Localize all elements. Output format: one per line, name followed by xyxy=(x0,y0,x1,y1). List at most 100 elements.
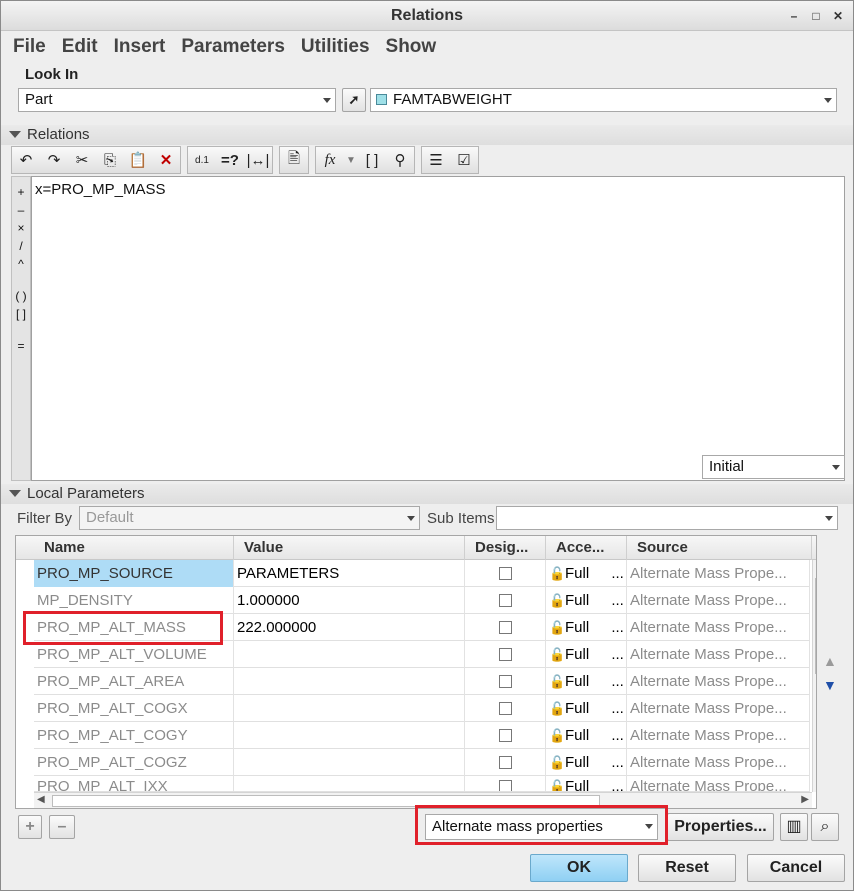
function-dropdown-icon[interactable]: ▼ xyxy=(344,147,358,173)
minus-operator-button[interactable]: – xyxy=(12,201,30,219)
menu-parameters[interactable]: Parameters xyxy=(173,34,293,62)
menu-insert[interactable]: Insert xyxy=(106,34,174,62)
sub-items-select[interactable] xyxy=(496,506,838,530)
binoculars-icon[interactable]: ⌕ xyxy=(811,813,839,841)
table-row[interactable]: PRO_MP_ALT_COGZ 🔓Full ... Alternate Mass… xyxy=(34,749,810,776)
designate-checkbox[interactable] xyxy=(499,780,512,791)
verify-relations-icon[interactable]: ☑ xyxy=(450,147,478,173)
relations-section-toggle[interactable]: Relations xyxy=(9,126,90,143)
look-in-model-select[interactable]: FAMTABWEIGHT xyxy=(370,88,837,112)
param-value[interactable] xyxy=(234,668,465,695)
insert-unit-icon[interactable]: ⚲ xyxy=(386,147,414,173)
show-dimension-icon[interactable]: |↔| xyxy=(244,147,272,173)
param-name[interactable]: PRO_MP_ALT_IXX xyxy=(34,776,234,791)
param-value[interactable]: 222.000000 xyxy=(234,614,465,641)
access-cell[interactable]: 🔓Full ... xyxy=(546,722,627,749)
reset-button[interactable]: Reset xyxy=(638,854,736,882)
delete-icon[interactable]: ✕ xyxy=(152,147,180,173)
param-value[interactable] xyxy=(234,722,465,749)
maximize-icon[interactable]: □ xyxy=(809,9,823,23)
evaluate-icon[interactable]: =? xyxy=(216,147,244,173)
column-header-access[interactable]: Acce... xyxy=(546,536,627,560)
access-cell[interactable]: 🔓Full ... xyxy=(546,641,627,668)
param-name[interactable]: MP_DENSITY xyxy=(34,587,234,614)
menu-file[interactable]: File xyxy=(5,34,54,62)
copy-icon[interactable]: ⎘ xyxy=(96,147,124,173)
verify-list-icon[interactable]: ☰ xyxy=(422,147,450,173)
select-model-button[interactable]: ➚ xyxy=(342,88,366,112)
menu-utilities[interactable]: Utilities xyxy=(293,34,378,62)
param-name[interactable]: PRO_MP_ALT_COGZ xyxy=(34,749,234,776)
access-cell[interactable]: 🔓Full ... xyxy=(546,668,627,695)
table-row[interactable]: PRO_MP_ALT_IXX 🔓Full ... Alternate Mass … xyxy=(34,776,810,792)
param-name[interactable]: PRO_MP_ALT_COGX xyxy=(34,695,234,722)
param-name[interactable]: PRO_MP_ALT_COGY xyxy=(34,722,234,749)
menu-edit[interactable]: Edit xyxy=(54,34,106,62)
scroll-up-icon[interactable]: ▲ xyxy=(816,562,817,573)
minimize-icon[interactable]: – xyxy=(787,9,801,23)
scrollbar-thumb[interactable] xyxy=(815,578,816,674)
param-value[interactable] xyxy=(234,695,465,722)
param-value[interactable]: PARAMETERS xyxy=(234,560,465,587)
switch-dimensions-icon[interactable]: d.1 xyxy=(188,147,216,173)
move-up-icon[interactable]: ▲ xyxy=(823,653,837,669)
designate-checkbox[interactable] xyxy=(499,702,512,715)
access-cell[interactable]: 🔓Full ... xyxy=(546,695,627,722)
paste-icon[interactable]: 📋 xyxy=(124,147,152,173)
access-cell[interactable]: 🔓Full ... xyxy=(546,614,627,641)
redo-icon[interactable]: ↷ xyxy=(40,147,68,173)
table-row[interactable]: MP_DENSITY 1.000000 🔓Full ... Alternate … xyxy=(34,587,810,614)
param-value[interactable]: 1.000000 xyxy=(234,587,465,614)
close-icon[interactable]: ✕ xyxy=(831,9,845,23)
table-row[interactable]: PRO_MP_SOURCE PARAMETERS 🔓Full ... Alter… xyxy=(34,560,810,587)
designate-checkbox[interactable] xyxy=(499,567,512,580)
divide-operator-button[interactable]: / xyxy=(12,237,30,255)
designate-checkbox[interactable] xyxy=(499,648,512,661)
table-row[interactable]: PRO_MP_ALT_VOLUME 🔓Full ... Alternate Ma… xyxy=(34,641,810,668)
properties-button[interactable]: Properties... xyxy=(667,813,774,841)
cut-icon[interactable]: ✂ xyxy=(68,147,96,173)
column-header-designate[interactable]: Desig... xyxy=(465,536,546,560)
access-cell[interactable]: 🔓Full ... xyxy=(546,776,627,791)
access-cell[interactable]: 🔓Full ... xyxy=(546,587,627,614)
add-parameter-button[interactable]: + xyxy=(18,815,42,839)
table-row[interactable]: PRO_MP_ALT_COGX 🔓Full ... Alternate Mass… xyxy=(34,695,810,722)
local-params-section-toggle[interactable]: Local Parameters xyxy=(9,485,145,502)
scroll-left-icon[interactable]: ◀ xyxy=(37,794,45,805)
param-name[interactable]: PRO_MP_ALT_VOLUME xyxy=(34,641,234,668)
table-row[interactable]: PRO_MP_ALT_AREA 🔓Full ... Alternate Mass… xyxy=(34,668,810,695)
param-name[interactable]: PRO_MP_SOURCE xyxy=(34,560,234,587)
equals-operator-button[interactable]: = xyxy=(12,337,30,355)
insert-parameter-icon[interactable]: [ ] xyxy=(358,147,386,173)
sort-relations-icon[interactable]: 🖹 xyxy=(280,147,308,173)
cancel-button[interactable]: Cancel xyxy=(747,854,845,882)
access-cell[interactable]: 🔓Full ... xyxy=(546,749,627,776)
column-header-source[interactable]: Source xyxy=(627,536,812,560)
param-value[interactable] xyxy=(234,641,465,668)
param-name[interactable]: PRO_MP_ALT_AREA xyxy=(34,668,234,695)
scroll-right-icon[interactable]: ▶ xyxy=(801,794,809,805)
plus-operator-button[interactable]: + xyxy=(12,183,30,201)
insert-function-icon[interactable]: fx xyxy=(316,147,344,173)
table-row[interactable]: PRO_MP_ALT_COGY 🔓Full ... Alternate Mass… xyxy=(34,722,810,749)
move-down-icon[interactable]: ▼ xyxy=(823,677,837,693)
undo-icon[interactable]: ↶ xyxy=(12,147,40,173)
table-vertical-scrollbar[interactable]: ▲ ▼ xyxy=(812,560,817,792)
ok-button[interactable]: OK xyxy=(530,854,628,882)
look-in-type-select[interactable]: Part xyxy=(18,88,336,112)
table-columns-icon[interactable]: ▥ xyxy=(780,813,808,841)
menu-show[interactable]: Show xyxy=(378,34,445,62)
multiply-operator-button[interactable]: × xyxy=(12,219,30,237)
access-cell[interactable]: 🔓Full ... xyxy=(546,560,627,587)
param-value[interactable] xyxy=(234,776,465,791)
designate-checkbox[interactable] xyxy=(499,594,512,607)
param-value[interactable] xyxy=(234,749,465,776)
initial-select[interactable]: Initial xyxy=(702,455,845,479)
brackets-operator-button[interactable]: [ ] xyxy=(12,305,30,323)
relations-editor[interactable]: x=PRO_MP_MASS xyxy=(31,176,845,481)
scroll-down-icon[interactable]: ▼ xyxy=(816,779,817,790)
remove-parameter-button[interactable]: – xyxy=(49,815,75,839)
designate-checkbox[interactable] xyxy=(499,729,512,742)
power-operator-button[interactable]: ^ xyxy=(12,255,30,273)
parentheses-operator-button[interactable]: ( ) xyxy=(12,287,30,305)
